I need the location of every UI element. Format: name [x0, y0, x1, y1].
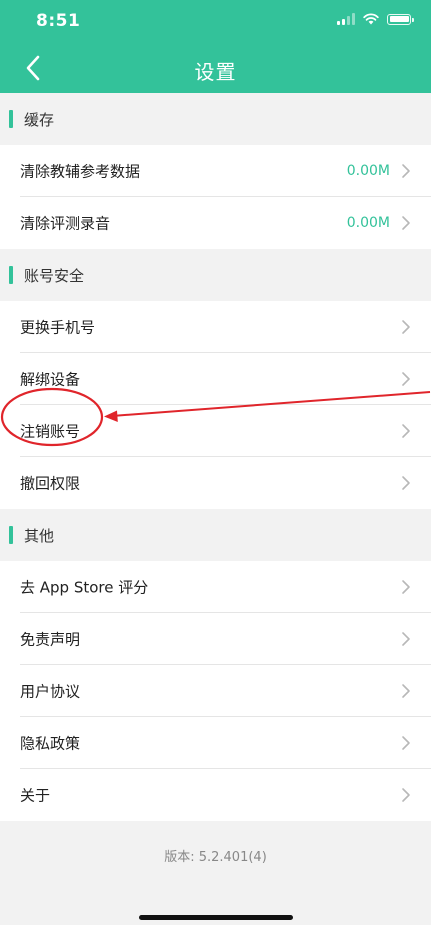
- chevron-right-icon: [402, 632, 410, 646]
- row-label: 隐私政策: [20, 734, 81, 753]
- section-header-other: 其他: [0, 509, 431, 561]
- row-label: 关于: [20, 786, 51, 805]
- row-unbind-device[interactable]: 解绑设备: [0, 353, 431, 405]
- row-label: 用户协议: [20, 682, 81, 701]
- section-header-cache: 缓存: [0, 93, 431, 145]
- chevron-right-icon: [402, 788, 410, 802]
- home-indicator: [139, 915, 293, 920]
- cache-size-value: 0.00M: [346, 215, 390, 231]
- status-icons: [337, 13, 414, 25]
- chevron-right-icon: [402, 164, 410, 178]
- row-label: 免责声明: [20, 630, 81, 649]
- chevron-right-icon: [402, 580, 410, 594]
- row-label: 注销账号: [20, 422, 81, 441]
- row-user-agreement[interactable]: 用户协议: [0, 665, 431, 717]
- row-change-phone[interactable]: 更换手机号: [0, 301, 431, 353]
- wifi-icon: [363, 13, 379, 25]
- cache-size-value: 0.00M: [346, 163, 390, 179]
- row-rate-app-store[interactable]: 去 App Store 评分: [0, 561, 431, 613]
- row-disclaimer[interactable]: 免责声明: [0, 613, 431, 665]
- row-clear-recordings[interactable]: 清除评测录音 0.00M: [0, 197, 431, 249]
- section-accent-bar: [9, 266, 13, 284]
- status-time: 8:51: [36, 11, 81, 31]
- chevron-right-icon: [402, 684, 410, 698]
- row-privacy-policy[interactable]: 隐私政策: [0, 717, 431, 769]
- chevron-right-icon: [402, 372, 410, 386]
- version-label: 版本: 5.2.401(4): [164, 850, 267, 865]
- row-label: 清除教辅参考数据: [20, 162, 141, 181]
- chevron-right-icon: [402, 476, 410, 490]
- settings-list: 缓存 清除教辅参考数据 0.00M 清除评测录音 0.00M 账号安全 更换手机…: [0, 93, 431, 821]
- row-label: 解绑设备: [20, 370, 81, 389]
- chevron-right-icon: [402, 216, 410, 230]
- row-revoke-permissions[interactable]: 撤回权限: [0, 457, 431, 509]
- chevron-right-icon: [402, 424, 410, 438]
- page-title: 设置: [194, 60, 237, 84]
- section-title: 账号安全: [24, 266, 85, 285]
- section-accent-bar: [9, 526, 13, 544]
- signal-icon: [337, 13, 355, 25]
- section-header-account-security: 账号安全: [0, 249, 431, 301]
- chevron-right-icon: [402, 736, 410, 750]
- row-label: 更换手机号: [20, 318, 96, 337]
- row-clear-reference-data[interactable]: 清除教辅参考数据 0.00M: [0, 145, 431, 197]
- row-about[interactable]: 关于: [0, 769, 431, 821]
- row-label: 撤回权限: [20, 474, 81, 493]
- battery-icon: [387, 13, 414, 25]
- row-label: 去 App Store 评分: [20, 578, 149, 597]
- section-accent-bar: [9, 110, 13, 128]
- nav-bar: 8:51 设置: [0, 0, 431, 93]
- section-title: 其他: [24, 526, 55, 545]
- row-delete-account[interactable]: 注销账号: [0, 405, 431, 457]
- row-label: 清除评测录音: [20, 214, 111, 233]
- chevron-right-icon: [402, 320, 410, 334]
- section-title: 缓存: [24, 110, 55, 129]
